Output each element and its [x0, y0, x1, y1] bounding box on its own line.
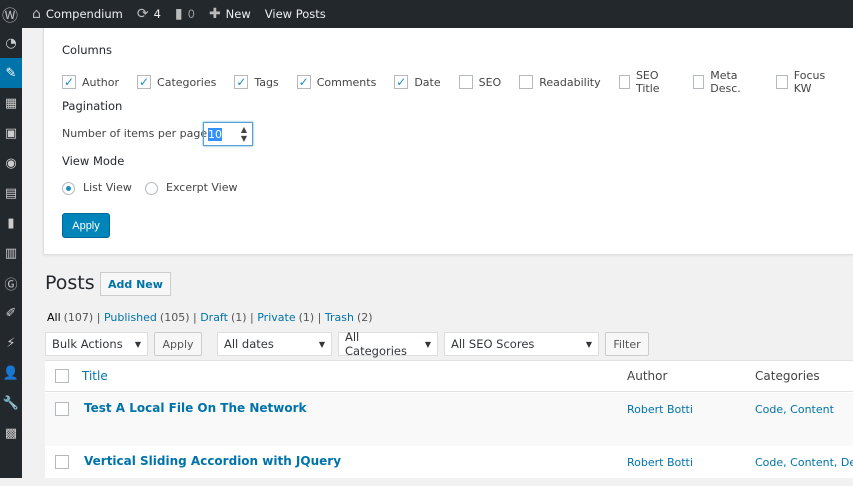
- row-checkbox[interactable]: [55, 402, 69, 416]
- filter-private[interactable]: Private: [257, 311, 295, 324]
- title-column-header[interactable]: Title: [82, 369, 108, 383]
- filter-count: (2): [356, 311, 373, 324]
- site-name-link[interactable]: ⌂ Compendium: [32, 6, 123, 22]
- filter-button[interactable]: Filter: [605, 332, 649, 356]
- select-all-checkbox[interactable]: [55, 369, 69, 383]
- pagination-heading: Pagination: [62, 99, 123, 113]
- column-checkbox-categories[interactable]: ✓ Categories: [137, 69, 216, 95]
- filter-count: (105): [159, 311, 190, 324]
- checkbox[interactable]: [458, 75, 473, 89]
- row-checkbox[interactable]: [55, 455, 69, 469]
- plus-icon: ✚: [208, 6, 221, 22]
- plugins-icon[interactable]: ⚡: [0, 328, 22, 358]
- author-column-header: Author: [627, 369, 668, 383]
- posts-table: Title Author Categories Test A Local Fil…: [45, 360, 853, 478]
- seo-icon[interactable]: Ⓖ: [0, 268, 22, 298]
- column-checkbox-seo[interactable]: SEO: [458, 69, 501, 95]
- column-checkbox-meta-desc[interactable]: Meta Desc.: [692, 69, 759, 95]
- dates-select[interactable]: All dates ▼: [217, 332, 332, 356]
- forms-icon[interactable]: ▥: [0, 238, 22, 268]
- column-checkbox-focus-kw[interactable]: Focus KW: [776, 69, 835, 95]
- categories-select[interactable]: All Categories ▼: [338, 330, 438, 358]
- filter-trash[interactable]: Trash: [325, 311, 354, 324]
- post-title-link[interactable]: Test A Local File On The Network: [84, 401, 307, 415]
- new-content-link[interactable]: ✚ New: [209, 6, 251, 22]
- author-link[interactable]: Robert Botti: [627, 403, 693, 416]
- comments-link[interactable]: ▮ 0: [175, 6, 195, 22]
- table-row: Vertical Sliding Accordion with JQuery R…: [45, 446, 853, 486]
- view-mode-heading: View Mode: [62, 154, 125, 168]
- view-posts-link[interactable]: View Posts: [265, 7, 326, 21]
- categories-column-header: Categories: [755, 369, 820, 383]
- calendar-icon[interactable]: ▦: [0, 88, 22, 118]
- checkmark-icon[interactable]: ✓: [137, 75, 152, 89]
- updates-link[interactable]: ⟳ 4: [137, 6, 161, 22]
- comments-icon[interactable]: ▮: [0, 208, 22, 238]
- checkbox[interactable]: [692, 75, 705, 89]
- comment-icon: ▮: [174, 6, 183, 22]
- items-per-page-input[interactable]: 10 ▲ ▼: [203, 122, 253, 146]
- admin-sidebar: ◔ ✎ ▦ ▣ ◉ ▤ ▮ ▥ Ⓖ ✐ ⚡ 👤 🔧 ▩: [0, 28, 22, 478]
- post-status-filters: All (107) | Published (105) | Draft (1) | P…: [47, 311, 373, 324]
- filter-count: (1): [298, 311, 315, 324]
- column-checkbox-seo-title[interactable]: SEO Title: [618, 69, 675, 95]
- checkmark-icon[interactable]: ✓: [296, 75, 311, 89]
- column-checkbox-tags[interactable]: ✓ Tags: [234, 69, 279, 95]
- categories-links[interactable]: Code, Content, Des: [755, 456, 853, 469]
- screen-options-panel: Columns ✓ Author ✓ Categories ✓ Tags ✓ Comments…: [43, 28, 853, 255]
- filter-count: (107): [63, 311, 94, 324]
- separator: |: [189, 311, 201, 324]
- list-view-radio[interactable]: List View: [62, 181, 132, 195]
- settings-icon[interactable]: ▩: [0, 418, 22, 448]
- page-title: Posts: [45, 272, 95, 294]
- checkmark-icon[interactable]: ✓: [62, 75, 76, 89]
- bulk-apply-button[interactable]: Apply: [154, 332, 202, 356]
- seo-scores-select[interactable]: All SEO Scores ▼: [444, 332, 599, 356]
- checkbox[interactable]: [776, 75, 788, 89]
- checkmark-icon[interactable]: ✓: [234, 75, 249, 89]
- refresh-icon: ⟳: [136, 6, 149, 22]
- column-checkbox-comments[interactable]: ✓ Comments: [296, 69, 376, 95]
- filter-count: (1): [230, 311, 247, 324]
- media-icon[interactable]: ▣: [0, 118, 22, 148]
- bulk-actions-select[interactable]: Bulk Actions ▼: [45, 332, 148, 356]
- add-new-button[interactable]: Add New: [100, 272, 171, 296]
- excerpt-view-radio[interactable]: Excerpt View: [145, 181, 238, 195]
- portfolio-icon[interactable]: ◉: [0, 148, 22, 178]
- filter-published[interactable]: Published: [104, 311, 157, 324]
- table-header: Title Author Categories: [45, 361, 853, 392]
- post-title-link[interactable]: Vertical Sliding Accordion with JQuery: [84, 454, 341, 468]
- posts-icon[interactable]: ✎: [0, 58, 22, 88]
- items-per-page-label: Number of items per page:: [62, 127, 211, 140]
- column-checkbox-author[interactable]: ✓ Author: [62, 69, 119, 95]
- columns-heading: Columns: [62, 43, 113, 57]
- author-link[interactable]: Robert Botti: [627, 456, 693, 469]
- wordpress-logo-icon[interactable]: Ⓦ: [2, 2, 18, 26]
- dashboard-icon[interactable]: ◔: [0, 28, 22, 58]
- filter-all[interactable]: All: [47, 311, 61, 324]
- column-checkbox-date[interactable]: ✓ Date: [394, 69, 441, 95]
- checkbox[interactable]: [519, 75, 534, 89]
- filter-draft[interactable]: Draft: [200, 311, 228, 324]
- apply-screen-options-button[interactable]: Apply: [62, 213, 110, 238]
- categories-links[interactable]: Code, Content: [755, 403, 834, 416]
- tools-icon[interactable]: 🔧: [0, 388, 22, 418]
- users-icon[interactable]: 👤: [0, 358, 22, 388]
- spinner-icon[interactable]: ▲ ▼: [241, 125, 247, 143]
- columns-checkboxes: ✓ Author ✓ Categories ✓ Tags ✓ Comments ✓ Date SEO…: [62, 69, 853, 95]
- checkmark-icon[interactable]: ✓: [394, 75, 409, 89]
- column-checkbox-readability[interactable]: Readability: [519, 69, 601, 95]
- checkbox[interactable]: [618, 75, 630, 89]
- separator: |: [93, 311, 104, 324]
- table-row: Test A Local File On The Network Robert …: [45, 393, 853, 446]
- pages-icon[interactable]: ▤: [0, 178, 22, 208]
- home-icon: ⌂: [32, 6, 41, 22]
- separator: |: [314, 311, 325, 324]
- appearance-icon[interactable]: ✐: [0, 298, 22, 328]
- admin-bar: Ⓦ ⌂ Compendium ⟳ 4 ▮ 0 ✚ New View Posts: [0, 0, 853, 28]
- separator: |: [246, 311, 258, 324]
